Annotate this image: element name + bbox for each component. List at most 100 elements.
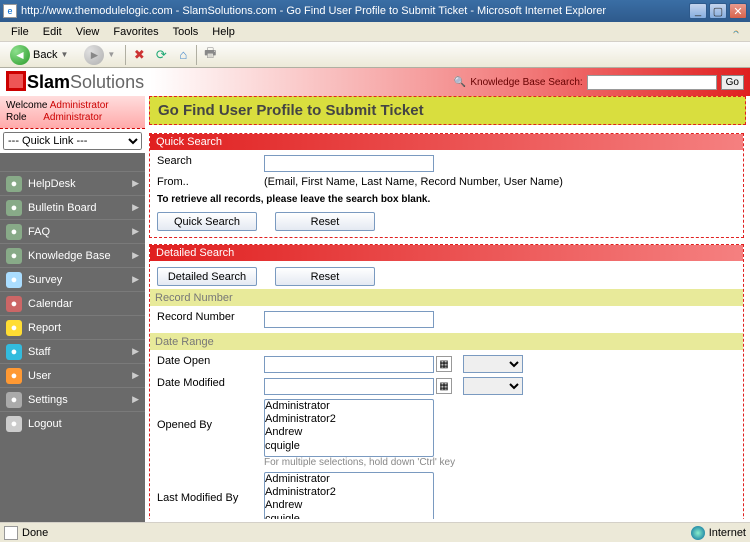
- sidebar-icon: ●: [6, 392, 22, 408]
- welcome-user: Administrator: [50, 100, 109, 111]
- quick-search-button[interactable]: Quick Search: [157, 212, 257, 231]
- sidebar-item-label: Survey: [28, 274, 62, 286]
- forward-button[interactable]: ► ▼: [78, 42, 121, 68]
- close-button[interactable]: ✕: [729, 3, 747, 19]
- sidebar-item-user[interactable]: ●User▶: [0, 363, 145, 387]
- sidebar-item-calendar[interactable]: ● Calendar: [0, 291, 145, 315]
- maximize-button[interactable]: ▢: [709, 3, 727, 19]
- calendar-icon[interactable]: ▦: [436, 356, 452, 372]
- kb-search-input[interactable]: [587, 75, 717, 90]
- chevron-down-icon: ▼: [60, 50, 68, 59]
- sidebar-icon: ●: [6, 296, 22, 312]
- search-icon: 🔍: [454, 77, 466, 88]
- retrieve-hint: To retrieve all records, please leave th…: [154, 190, 739, 209]
- sidebar-item-label: Bulletin Board: [28, 202, 97, 214]
- minimize-button[interactable]: _: [689, 3, 707, 19]
- chevron-down-icon: ▼: [107, 50, 115, 59]
- date-range-heading: Date Range: [150, 333, 743, 350]
- sidebar-icon: ●: [6, 272, 22, 288]
- sidebar-item-label: Calendar: [28, 298, 73, 310]
- menubar: File Edit View Favorites Tools Help: [0, 22, 750, 42]
- toolbar-divider: [196, 45, 197, 65]
- user-option[interactable]: Administrator: [265, 473, 433, 486]
- welcome-box: Welcome Administrator Role Administrator: [0, 96, 145, 129]
- sidebar-icon: ●: [6, 176, 22, 192]
- quick-search-section: Quick Search Search From.. (Email, First…: [149, 133, 744, 238]
- sidebar-item-knowledge-base[interactable]: ●Knowledge Base▶: [0, 243, 145, 267]
- record-number-heading: Record Number: [150, 289, 743, 306]
- menu-edit[interactable]: Edit: [36, 24, 69, 40]
- content-area: SlamSolutions 🔍 Knowledge Base Search: G…: [0, 68, 750, 522]
- kb-search-label: Knowledge Base Search:: [470, 77, 582, 88]
- refresh-icon[interactable]: ⟳: [152, 46, 170, 64]
- search-label: Search: [154, 155, 264, 167]
- detailed-search-button[interactable]: Detailed Search: [157, 267, 257, 286]
- date-modified-time-select[interactable]: [463, 377, 523, 395]
- user-option[interactable]: Administrator: [265, 400, 433, 413]
- calendar-icon[interactable]: ▦: [436, 378, 452, 394]
- last-modified-by-select[interactable]: AdministratorAdministrator2Andrewcquigle: [264, 472, 434, 519]
- sidebar-item-settings[interactable]: ●Settings▶: [0, 387, 145, 411]
- toolbar: ◄ Back ▼ ► ▼ ✖ ⟳ ⌂ 🖶: [0, 42, 750, 68]
- menu-tools[interactable]: Tools: [166, 24, 206, 40]
- date-open-input[interactable]: [264, 356, 434, 373]
- detailed-reset-button[interactable]: Reset: [275, 267, 375, 286]
- sidebar-item-label: Knowledge Base: [28, 250, 111, 262]
- opened-by-select[interactable]: AdministratorAdministrator2Andrewcquigle: [264, 399, 434, 457]
- from-hint: (Email, First Name, Last Name, Record Nu…: [264, 176, 739, 188]
- chevron-right-icon: ▶: [132, 370, 139, 381]
- from-label: From..: [154, 176, 264, 188]
- print-icon[interactable]: 🖶: [201, 46, 219, 64]
- sidebar-item-helpdesk[interactable]: ●HelpDesk▶: [0, 171, 145, 195]
- multi-hint: For multiple selections, hold down 'Ctrl…: [264, 457, 739, 468]
- user-option[interactable]: Administrator2: [265, 413, 433, 426]
- chevron-right-icon: ▶: [132, 394, 139, 405]
- record-number-label: Record Number: [154, 311, 264, 323]
- toolbar-divider: [125, 45, 126, 65]
- date-open-time-select[interactable]: [463, 355, 523, 373]
- kb-go-button[interactable]: Go: [721, 75, 744, 90]
- search-input[interactable]: [264, 155, 434, 172]
- done-icon: [4, 526, 18, 540]
- page-title: Go Find User Profile to Submit Ticket: [149, 96, 746, 125]
- back-icon: ◄: [10, 45, 30, 65]
- user-option[interactable]: Andrew: [265, 499, 433, 512]
- sidebar-icon: ●: [6, 248, 22, 264]
- chevron-right-icon: ▶: [132, 226, 139, 237]
- sidebar-spacer: [0, 153, 145, 171]
- user-option[interactable]: Administrator2: [265, 486, 433, 499]
- sidebar-item-label: FAQ: [28, 226, 50, 238]
- sidebar-item-logout[interactable]: ●Logout: [0, 411, 145, 435]
- user-option[interactable]: cquigle: [265, 440, 433, 453]
- user-option[interactable]: cquigle: [265, 513, 433, 519]
- sidebar-item-staff[interactable]: ●Staff▶: [0, 339, 145, 363]
- record-number-input[interactable]: [264, 311, 434, 328]
- sidebar-item-survey[interactable]: ●Survey▶: [0, 267, 145, 291]
- sidebar-icon: ●: [6, 200, 22, 216]
- quicklink-select[interactable]: --- Quick Link ---: [3, 132, 142, 150]
- scroll-host[interactable]: Quick Search Search From.. (Email, First…: [149, 127, 746, 519]
- sidebar-item-faq[interactable]: ●FAQ▶: [0, 219, 145, 243]
- stop-icon[interactable]: ✖: [130, 46, 148, 64]
- menu-view[interactable]: View: [69, 24, 107, 40]
- menu-help[interactable]: Help: [205, 24, 242, 40]
- sidebar-item-label: Logout: [28, 418, 62, 430]
- chevron-right-icon: ▶: [132, 202, 139, 213]
- sidebar-icon: ●: [6, 344, 22, 360]
- logo-solutions: Solutions: [70, 72, 144, 92]
- welcome-label: Welcome: [6, 100, 48, 111]
- main-panel: Go Find User Profile to Submit Ticket Qu…: [145, 96, 750, 522]
- internet-zone-icon: [691, 526, 705, 540]
- sidebar-item-bulletin-board[interactable]: ● Bulletin Board ▶: [0, 195, 145, 219]
- menu-file[interactable]: File: [4, 24, 36, 40]
- menu-favorites[interactable]: Favorites: [106, 24, 165, 40]
- back-button[interactable]: ◄ Back ▼: [4, 42, 74, 68]
- role-value: Administrator: [43, 112, 102, 123]
- date-modified-input[interactable]: [264, 378, 434, 395]
- opened-by-label: Opened By: [154, 399, 264, 431]
- sidebar-item-report[interactable]: ●Report: [0, 315, 145, 339]
- user-option[interactable]: Andrew: [265, 426, 433, 439]
- sidebar-item-label: Staff: [28, 346, 50, 358]
- quick-reset-button[interactable]: Reset: [275, 212, 375, 231]
- home-icon[interactable]: ⌂: [174, 46, 192, 64]
